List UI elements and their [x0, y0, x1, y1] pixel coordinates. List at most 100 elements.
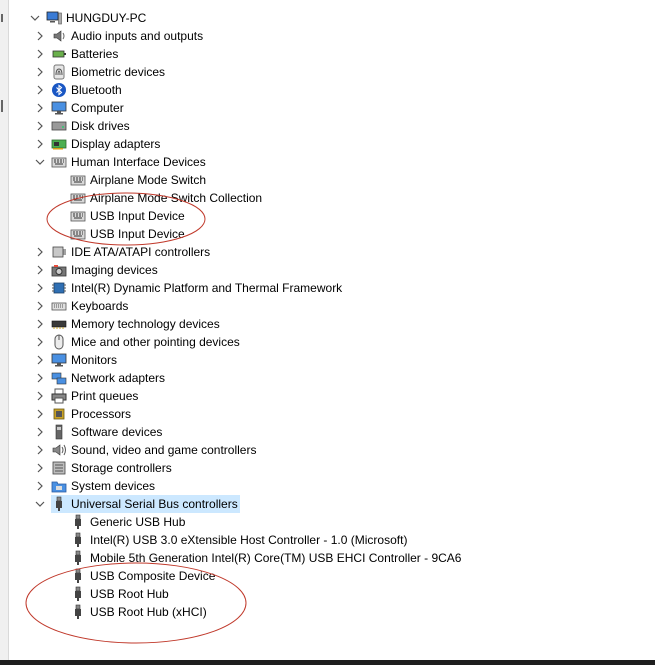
chevron-right-icon[interactable] [33, 315, 47, 333]
tree-category[interactable]: Memory technology devices [33, 315, 222, 333]
chevron-down-icon[interactable] [28, 9, 42, 27]
tree-item-label: Generic USB Hub [90, 515, 186, 529]
chevron-right-icon[interactable] [33, 369, 47, 387]
tree-item[interactable]: Intel(R) USB 3.0 eXtensible Host Control… [70, 531, 409, 549]
tree-device[interactable]: Airplane Mode Switch Collection [52, 189, 264, 207]
tree-item[interactable]: Monitors [51, 351, 119, 369]
chevron-down-icon[interactable] [33, 153, 47, 171]
tree-category[interactable]: System devices [33, 477, 157, 495]
tree-category[interactable]: Storage controllers [33, 459, 174, 477]
chevron-right-icon[interactable] [33, 297, 47, 315]
tree-item[interactable]: Disk drives [51, 117, 132, 135]
tree-item[interactable]: Mobile 5th Generation Intel(R) Core(TM) … [70, 549, 463, 567]
tree-category[interactable]: Universal Serial Bus controllers [33, 495, 240, 513]
tree-item[interactable]: Software devices [51, 423, 164, 441]
chevron-right-icon[interactable] [33, 423, 47, 441]
chevron-right-icon[interactable] [33, 405, 47, 423]
tree-device[interactable]: Airplane Mode Switch [52, 171, 208, 189]
tree-item[interactable]: IDE ATA/ATAPI controllers [51, 243, 212, 261]
tree-item[interactable]: Bluetooth [51, 81, 124, 99]
tree-category[interactable]: Sound, video and game controllers [33, 441, 258, 459]
tree-category[interactable]: Monitors [33, 351, 119, 369]
tree-device[interactable]: USB Input Device [52, 207, 187, 225]
tree-item[interactable]: Biometric devices [51, 63, 167, 81]
tree-item[interactable]: Processors [51, 405, 133, 423]
tree-device[interactable]: Intel(R) USB 3.0 eXtensible Host Control… [52, 531, 409, 549]
tree-category[interactable]: Imaging devices [33, 261, 160, 279]
tree-item[interactable]: Intel(R) Dynamic Platform and Thermal Fr… [51, 279, 344, 297]
tree-item[interactable]: Imaging devices [51, 261, 160, 279]
tree-device[interactable]: Generic USB Hub [52, 513, 187, 531]
chevron-right-icon[interactable] [33, 27, 47, 45]
tree-item[interactable]: USB Root Hub (xHCI) [70, 603, 209, 621]
chevron-down-icon[interactable] [33, 495, 47, 513]
tree-item[interactable]: USB Root Hub [70, 585, 171, 603]
tree-item[interactable]: Memory technology devices [51, 315, 222, 333]
chevron-right-icon[interactable] [33, 45, 47, 63]
tree-category[interactable]: Computer [33, 99, 126, 117]
chevron-right-icon[interactable] [33, 387, 47, 405]
chevron-right-icon[interactable] [33, 81, 47, 99]
tree-item[interactable]: HUNGDUY-PC [46, 9, 148, 27]
chevron-right-icon[interactable] [33, 243, 47, 261]
tree-item[interactable]: Audio inputs and outputs [51, 27, 205, 45]
tree-category[interactable]: Processors [33, 405, 133, 423]
tree-item[interactable]: Batteries [51, 45, 120, 63]
tree-item[interactable]: Airplane Mode Switch Collection [70, 189, 264, 207]
tree-root[interactable]: HUNGDUY-PC [28, 9, 148, 27]
chevron-right-icon[interactable] [33, 261, 47, 279]
tree-item[interactable]: Computer [51, 99, 126, 117]
tree-category[interactable]: Batteries [33, 45, 120, 63]
tree-item[interactable]: Display adapters [51, 135, 162, 153]
chevron-right-icon[interactable] [33, 441, 47, 459]
tree-item[interactable]: Keyboards [51, 297, 130, 315]
tree-item[interactable]: USB Input Device [70, 225, 187, 243]
tree-item[interactable]: Airplane Mode Switch [70, 171, 208, 189]
chevron-right-icon[interactable] [33, 333, 47, 351]
chevron-right-icon[interactable] [33, 135, 47, 153]
tree-category[interactable]: Keyboards [33, 297, 130, 315]
tree-category[interactable]: Network adapters [33, 369, 167, 387]
tree-item-label: Universal Serial Bus controllers [71, 497, 238, 511]
tree-device[interactable]: Mobile 5th Generation Intel(R) Core(TM) … [52, 549, 463, 567]
tree-category[interactable]: Biometric devices [33, 63, 167, 81]
tree-category[interactable]: Mice and other pointing devices [33, 333, 242, 351]
tree-category[interactable]: Print queues [33, 387, 140, 405]
tree-category[interactable]: Human Interface Devices [33, 153, 208, 171]
device-tree[interactable]: HUNGDUY-PC Audio inputs and outputs Batter… [8, 0, 655, 660]
chevron-right-icon[interactable] [33, 477, 47, 495]
tree-item[interactable]: Print queues [51, 387, 140, 405]
tree-item[interactable]: Generic USB Hub [70, 513, 187, 531]
tree-item[interactable]: Storage controllers [51, 459, 174, 477]
chevron-right-icon[interactable] [33, 279, 47, 297]
tree-category[interactable]: Audio inputs and outputs [33, 27, 205, 45]
tree-item[interactable]: USB Input Device [70, 207, 187, 225]
tree-item[interactable]: Universal Serial Bus controllers [51, 495, 240, 513]
taskbar-edge [0, 660, 655, 665]
chevron-right-icon[interactable] [33, 351, 47, 369]
tree-device[interactable]: USB Input Device [52, 225, 187, 243]
tree-item-label: Mice and other pointing devices [71, 335, 240, 349]
usb-plug-icon [70, 568, 86, 584]
tree-item[interactable]: Network adapters [51, 369, 167, 387]
tree-device[interactable]: USB Root Hub [52, 585, 171, 603]
tree-category[interactable]: Disk drives [33, 117, 132, 135]
tree-category[interactable]: Display adapters [33, 135, 162, 153]
chevron-right-icon[interactable] [33, 99, 47, 117]
tree-device[interactable]: USB Root Hub (xHCI) [52, 603, 209, 621]
tree-item[interactable]: Sound, video and game controllers [51, 441, 258, 459]
tree-category[interactable]: Intel(R) Dynamic Platform and Thermal Fr… [33, 279, 344, 297]
chevron-right-icon[interactable] [33, 459, 47, 477]
tree-item-label: Batteries [71, 47, 119, 61]
chevron-right-icon[interactable] [33, 117, 47, 135]
tree-item[interactable]: Mice and other pointing devices [51, 333, 242, 351]
tree-device[interactable]: USB Composite Device [52, 567, 217, 585]
tree-category[interactable]: Bluetooth [33, 81, 124, 99]
tree-item[interactable]: Human Interface Devices [51, 153, 208, 171]
tree-category[interactable]: IDE ATA/ATAPI controllers [33, 243, 212, 261]
tree-item[interactable]: System devices [51, 477, 157, 495]
tree-category[interactable]: Software devices [33, 423, 164, 441]
tree-item[interactable]: USB Composite Device [70, 567, 217, 585]
chevron-right-icon[interactable] [33, 63, 47, 81]
